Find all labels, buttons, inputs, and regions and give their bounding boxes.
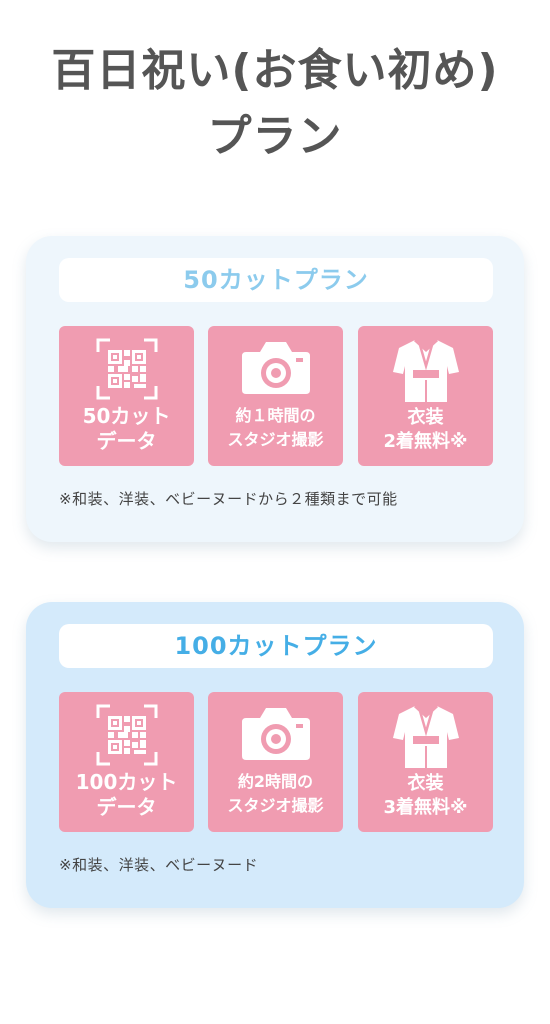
feature-tile-costume: 衣装 3着無料※ xyxy=(358,692,493,832)
qr-code-icon xyxy=(59,336,194,404)
plan-name: 100カットプラン xyxy=(59,624,493,668)
plan-note: ※和装、洋装、ベビーヌード xyxy=(59,856,259,874)
plan-name: 50カットプラン xyxy=(59,258,493,302)
feature-tile-shooting: 約１時間の スタジオ撮影 xyxy=(208,326,343,466)
feature-label: 衣装 3着無料※ xyxy=(383,773,468,818)
plan-card-100: 100カットプラン 100カット データ 約2時間の スタジオ撮影 衣装 3着無… xyxy=(26,602,524,908)
feature-tile-shooting: 約2時間の スタジオ撮影 xyxy=(208,692,343,832)
kimono-icon xyxy=(358,702,493,770)
kimono-icon xyxy=(358,336,493,404)
page-title: 百日祝い(お食い初め) プラン xyxy=(0,38,550,170)
feature-label: 衣装 2着無料※ xyxy=(383,407,468,452)
feature-tile-data: 100カット データ xyxy=(59,692,194,832)
feature-tile-costume: 衣装 2着無料※ xyxy=(358,326,493,466)
feature-tile-data: 50カット データ xyxy=(59,326,194,466)
page-title-line1: 百日祝い(お食い初め) xyxy=(51,45,499,96)
feature-label: 100カット データ xyxy=(75,770,178,819)
feature-label: 約１時間の スタジオ撮影 xyxy=(227,406,324,449)
feature-label: 約2時間の スタジオ撮影 xyxy=(227,772,324,815)
page-title-line2: プラン xyxy=(207,111,343,162)
plan-note: ※和装、洋装、ベビーヌードから２種類まで可能 xyxy=(59,490,398,508)
camera-icon xyxy=(208,702,343,770)
qr-code-icon xyxy=(59,702,194,770)
feature-label: 50カット データ xyxy=(82,404,171,453)
plan-card-50: 50カットプラン 50カット データ 約１時間の スタジオ撮影 衣装 2着無料※… xyxy=(26,236,524,542)
camera-icon xyxy=(208,336,343,404)
